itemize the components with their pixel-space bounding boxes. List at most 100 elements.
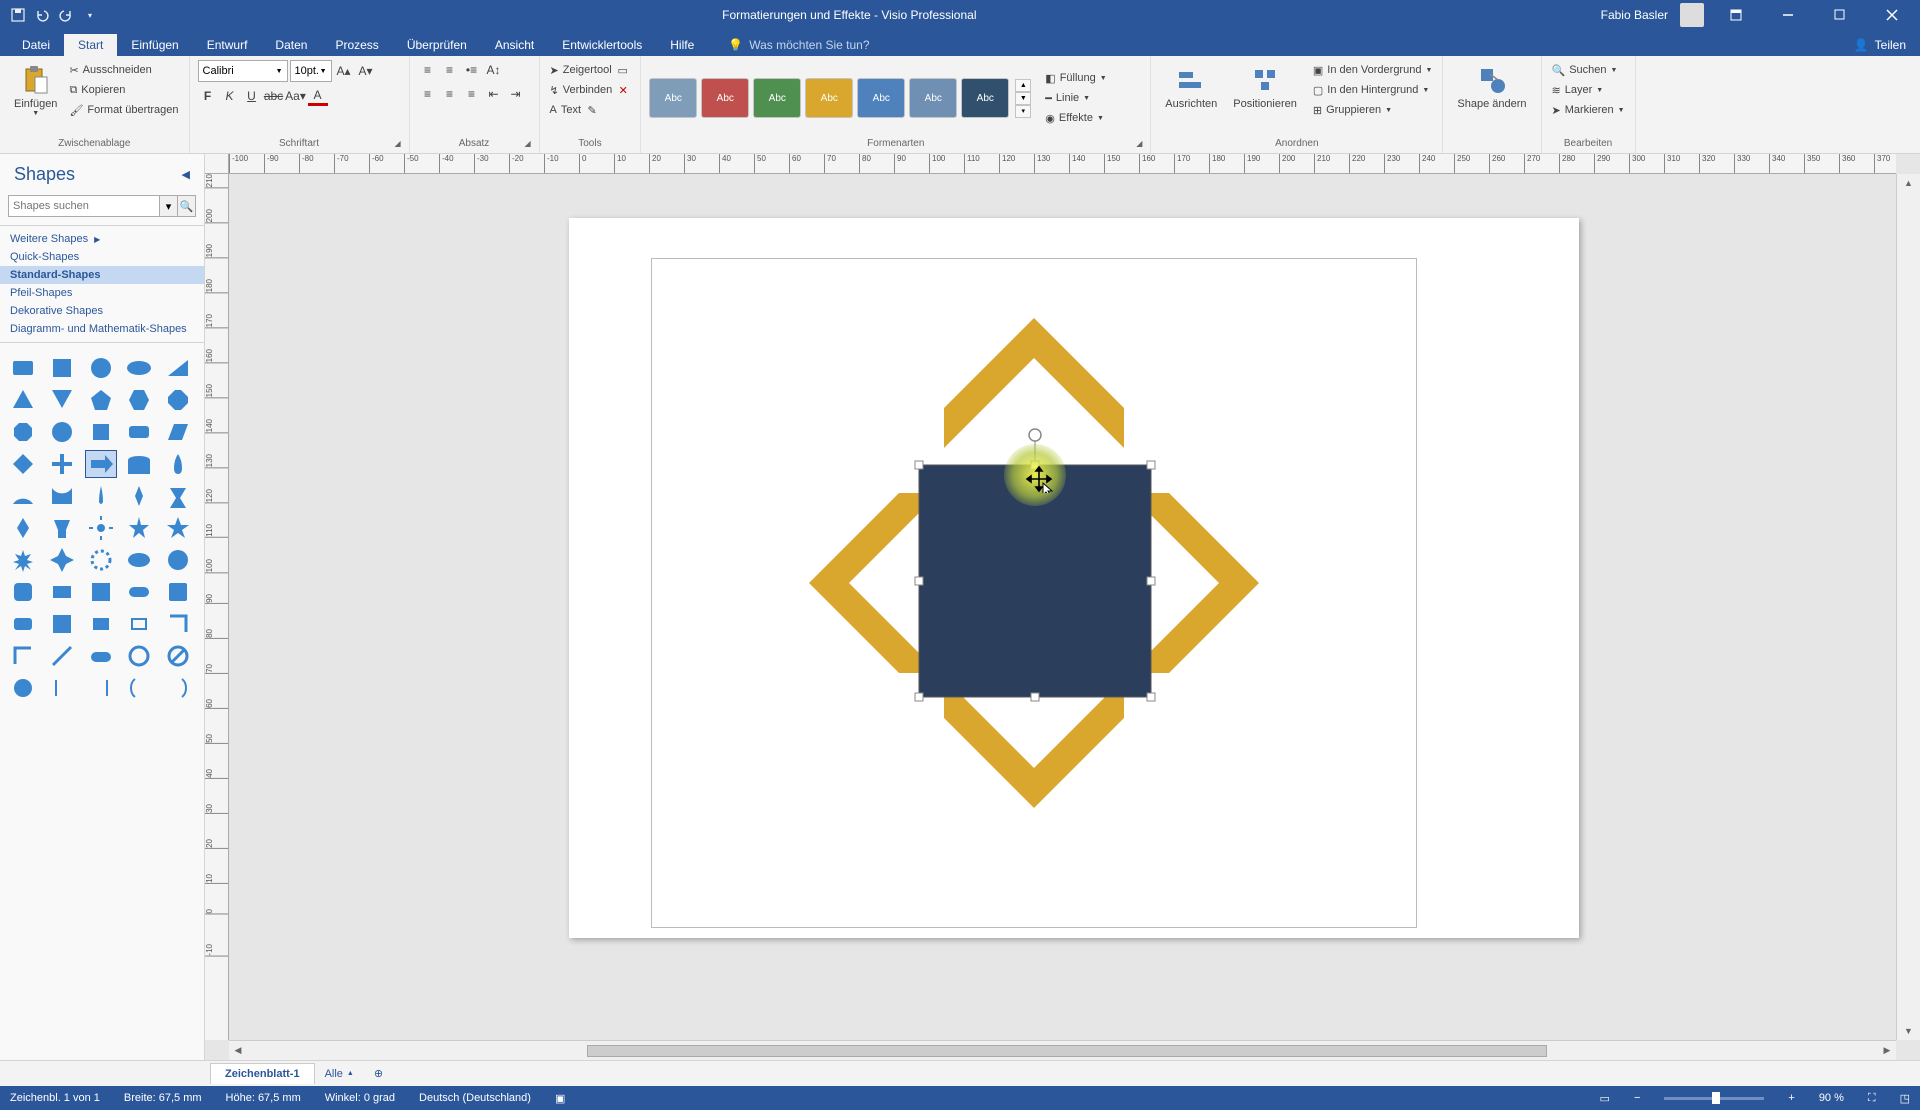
bold-button[interactable]: F xyxy=(198,86,218,106)
macro-record-icon[interactable]: ▣ xyxy=(555,1092,565,1105)
fit-page-icon[interactable]: ⛶ xyxy=(1868,1092,1876,1105)
drawing-viewport[interactable] xyxy=(229,174,1896,1040)
send-back-button[interactable]: ▢In den Hintergrund▼ xyxy=(1311,80,1435,100)
ribbon-display-options-icon[interactable] xyxy=(1716,0,1756,30)
shape-gallery-item[interactable] xyxy=(86,579,116,605)
shapes-search-dropdown-icon[interactable]: ▾ xyxy=(160,195,178,217)
decrease-indent-icon[interactable]: ⇤ xyxy=(484,84,504,104)
align-left-icon[interactable]: ≡ xyxy=(418,84,438,104)
stencil-standard[interactable]: Standard-Shapes xyxy=(0,266,204,284)
shape-gallery-item[interactable] xyxy=(47,579,77,605)
undo-icon[interactable] xyxy=(34,7,50,23)
selection-handle[interactable] xyxy=(1147,577,1155,585)
shape-gallery-item[interactable] xyxy=(86,483,116,509)
selection-handle[interactable] xyxy=(915,577,923,585)
shape-gallery-item[interactable] xyxy=(163,483,193,509)
italic-button[interactable]: K xyxy=(220,86,240,106)
collapse-panel-icon[interactable]: ◀ xyxy=(182,168,190,181)
shape-gallery-item[interactable] xyxy=(86,643,116,669)
shape-gallery-item[interactable] xyxy=(124,643,154,669)
shape-gallery-item[interactable] xyxy=(8,355,38,381)
scroll-down-icon[interactable]: ▼ xyxy=(1900,1022,1918,1040)
tab-help[interactable]: Hilfe xyxy=(656,34,708,56)
strike-button[interactable]: abc xyxy=(264,86,284,106)
rectangle-tool-icon[interactable]: ▭ xyxy=(616,64,630,77)
shape-gallery-item[interactable] xyxy=(8,451,38,477)
style-swatch-7[interactable]: Abc xyxy=(961,78,1009,118)
scroll-left-icon[interactable]: ◀ xyxy=(229,1042,247,1060)
font-size-combo[interactable]: 10pt.▼ xyxy=(290,60,332,82)
shape-gallery-item[interactable] xyxy=(86,451,116,477)
shape-gallery-item[interactable] xyxy=(163,611,193,637)
tell-me-search[interactable]: 💡 Was möchten Sie tun? xyxy=(718,34,879,56)
shape-gallery-item[interactable] xyxy=(163,515,193,541)
tab-start[interactable]: Start xyxy=(64,34,117,56)
status-language[interactable]: Deutsch (Deutschland) xyxy=(419,1092,531,1104)
stencil-decorative[interactable]: Dekorative Shapes xyxy=(0,302,204,320)
shape-gallery-item[interactable] xyxy=(163,675,193,701)
position-button[interactable]: Positionieren xyxy=(1227,60,1303,114)
shape-gallery-item[interactable] xyxy=(124,515,154,541)
scroll-up-icon[interactable]: ▲ xyxy=(1900,174,1918,192)
more-shapes-link[interactable]: Weitere Shapes▶ xyxy=(0,230,204,248)
shape-gallery-item[interactable] xyxy=(124,547,154,573)
shape-gallery-item[interactable] xyxy=(124,419,154,445)
paragraph-dialog-launcher-icon[interactable]: ◢ xyxy=(525,139,537,151)
shape-gallery-item[interactable] xyxy=(86,355,116,381)
shape-gallery-item[interactable] xyxy=(163,547,193,573)
selected-square-shape[interactable] xyxy=(919,465,1151,697)
selection-handle[interactable] xyxy=(1031,693,1039,701)
shape-gallery-item[interactable] xyxy=(163,419,193,445)
vertical-ruler[interactable]: 2102001901801701601501401301201101009080… xyxy=(205,174,229,1040)
find-button[interactable]: 🔍Suchen▼ xyxy=(1550,60,1627,80)
text-tool-button[interactable]: AText✎ xyxy=(548,100,633,120)
rotation-handle[interactable] xyxy=(1029,429,1041,441)
shape-gallery-item[interactable] xyxy=(8,675,38,701)
shape-gallery-item[interactable] xyxy=(86,419,116,445)
selection-handle[interactable] xyxy=(1147,461,1155,469)
select-button[interactable]: ➤Markieren▼ xyxy=(1550,100,1627,120)
shape-gallery-item[interactable] xyxy=(8,643,38,669)
shape-gallery-item[interactable] xyxy=(163,387,193,413)
sheet-tab-1[interactable]: Zeichenblatt-1 xyxy=(210,1063,315,1084)
save-icon[interactable] xyxy=(10,7,26,23)
shape-gallery-item[interactable] xyxy=(47,483,77,509)
style-swatch-1[interactable]: Abc xyxy=(649,78,697,118)
align-center-icon[interactable]: ≡ xyxy=(440,84,460,104)
font-name-combo[interactable]: Calibri▼ xyxy=(198,60,288,82)
decrease-font-icon[interactable]: A▾ xyxy=(356,61,376,81)
selection-handle[interactable] xyxy=(1147,693,1155,701)
shape-gallery-item[interactable] xyxy=(8,579,38,605)
add-sheet-icon[interactable]: ⊕ xyxy=(364,1063,393,1084)
zoom-in-icon[interactable]: + xyxy=(1788,1092,1794,1104)
shapes-search-input[interactable] xyxy=(8,195,160,217)
tab-review[interactable]: Überprüfen xyxy=(393,34,481,56)
shape-gallery-item[interactable] xyxy=(47,419,77,445)
style-gallery[interactable]: Abc Abc Abc Abc Abc Abc Abc ▲ ▼ ▾ xyxy=(649,78,1031,118)
shape-gallery-item[interactable] xyxy=(124,355,154,381)
zoom-out-icon[interactable]: − xyxy=(1634,1092,1640,1104)
close-x-icon[interactable]: ✕ xyxy=(616,84,630,97)
font-dialog-launcher-icon[interactable]: ◢ xyxy=(395,139,407,151)
shape-gallery-item[interactable] xyxy=(86,387,116,413)
shape-gallery-item[interactable] xyxy=(47,451,77,477)
stencil-diagram-math[interactable]: Diagramm- und Mathematik-Shapes xyxy=(0,320,204,338)
shape-gallery-item[interactable] xyxy=(8,611,38,637)
shape-gallery-item[interactable] xyxy=(124,387,154,413)
font-color-button[interactable]: A xyxy=(308,86,328,106)
shape-gallery-item[interactable] xyxy=(124,611,154,637)
align-button[interactable]: Ausrichten xyxy=(1159,60,1223,114)
share-button[interactable]: 👤 Teilen xyxy=(1840,34,1920,56)
style-swatch-5[interactable]: Abc xyxy=(857,78,905,118)
freeform-tool-icon[interactable]: ✎ xyxy=(585,104,599,117)
zoom-slider-thumb[interactable] xyxy=(1712,1092,1720,1104)
horizontal-scrollbar[interactable]: ◀ ▶ xyxy=(229,1040,1896,1060)
tab-file[interactable]: Datei xyxy=(8,34,64,56)
gallery-up-icon[interactable]: ▲ xyxy=(1015,79,1031,92)
paste-button[interactable]: Einfügen ▼ xyxy=(8,60,63,121)
text-direction-icon[interactable]: A↕ xyxy=(484,60,504,80)
user-name[interactable]: Fabio Basler xyxy=(1601,8,1668,22)
underline-button[interactable]: U xyxy=(242,86,262,106)
increase-font-icon[interactable]: A▴ xyxy=(334,61,354,81)
shapes-search-go-icon[interactable]: 🔍 xyxy=(178,195,196,217)
